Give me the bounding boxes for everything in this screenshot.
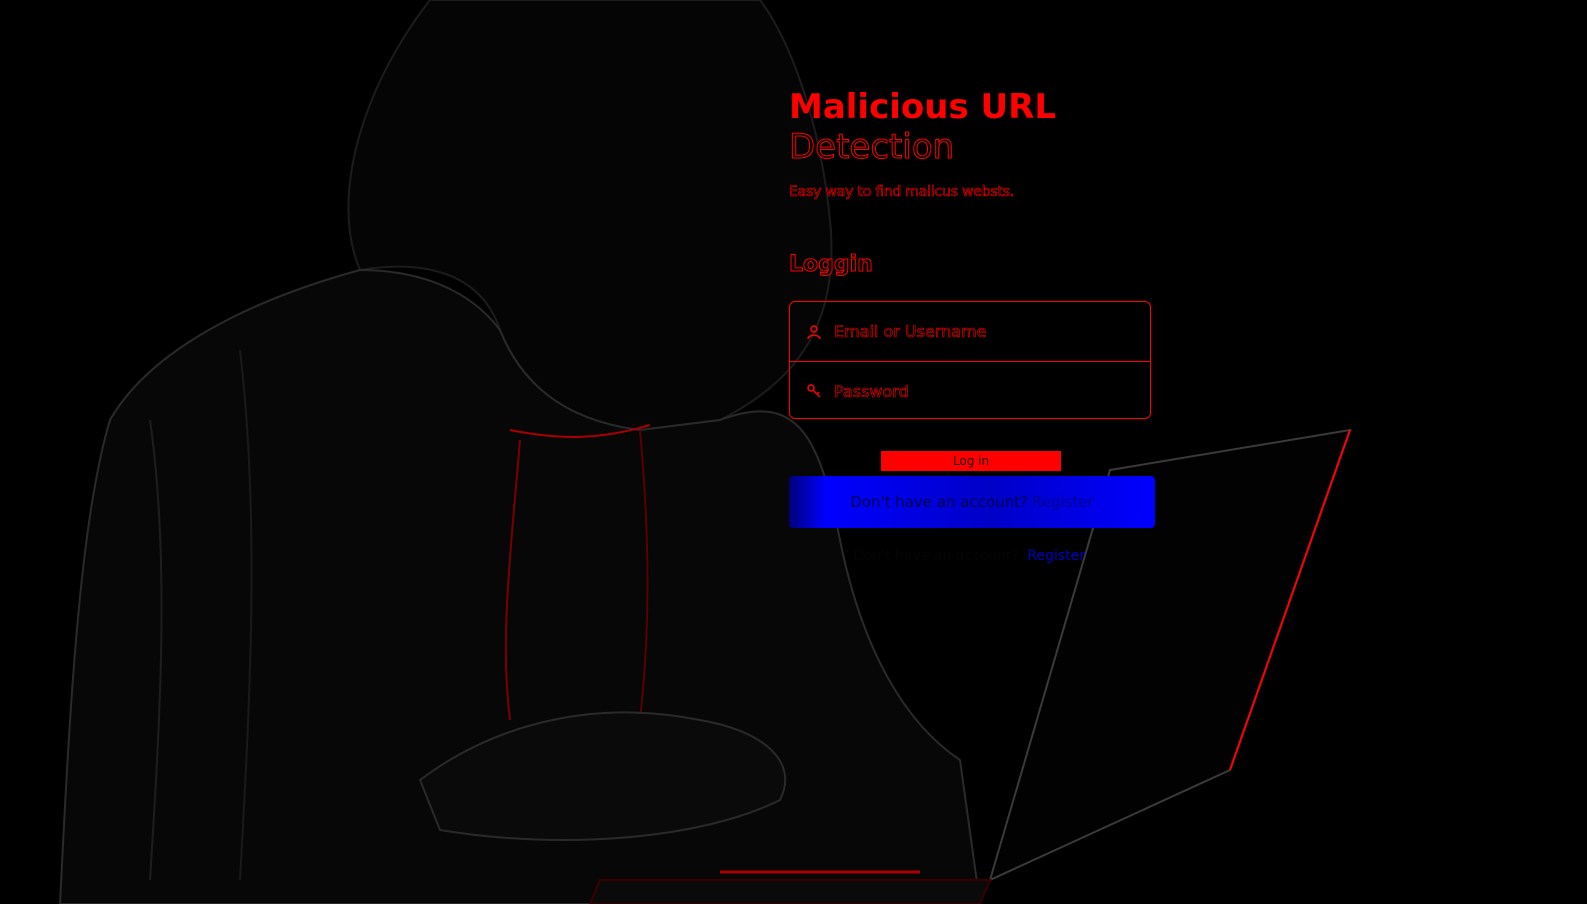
register-prompt: Don't have an account? bbox=[850, 493, 1028, 511]
password-input[interactable] bbox=[832, 380, 1136, 402]
password-field-row bbox=[790, 361, 1150, 420]
username-field-row bbox=[790, 302, 1150, 361]
app-title: Malicious URL bbox=[789, 87, 1056, 127]
login-heading: Loggin bbox=[789, 252, 874, 278]
app-tagline: Easy way to find malicus websts. bbox=[789, 184, 1015, 201]
register-banner[interactable]: Don't have an account? Register bbox=[789, 476, 1155, 528]
register-link-secondary[interactable]: Register bbox=[1027, 548, 1085, 564]
login-button[interactable]: Log in bbox=[881, 451, 1061, 471]
username-input[interactable] bbox=[832, 321, 1136, 342]
key-icon bbox=[807, 384, 821, 398]
app-title-line2: Detection bbox=[788, 127, 955, 168]
register-prompt-row: Don't have an account? Register bbox=[853, 548, 1085, 564]
credentials-group bbox=[789, 301, 1151, 419]
user-icon bbox=[807, 324, 821, 339]
register-link[interactable]: Register bbox=[1032, 493, 1094, 511]
register-prompt-text: Don't have an account? bbox=[853, 548, 1019, 564]
